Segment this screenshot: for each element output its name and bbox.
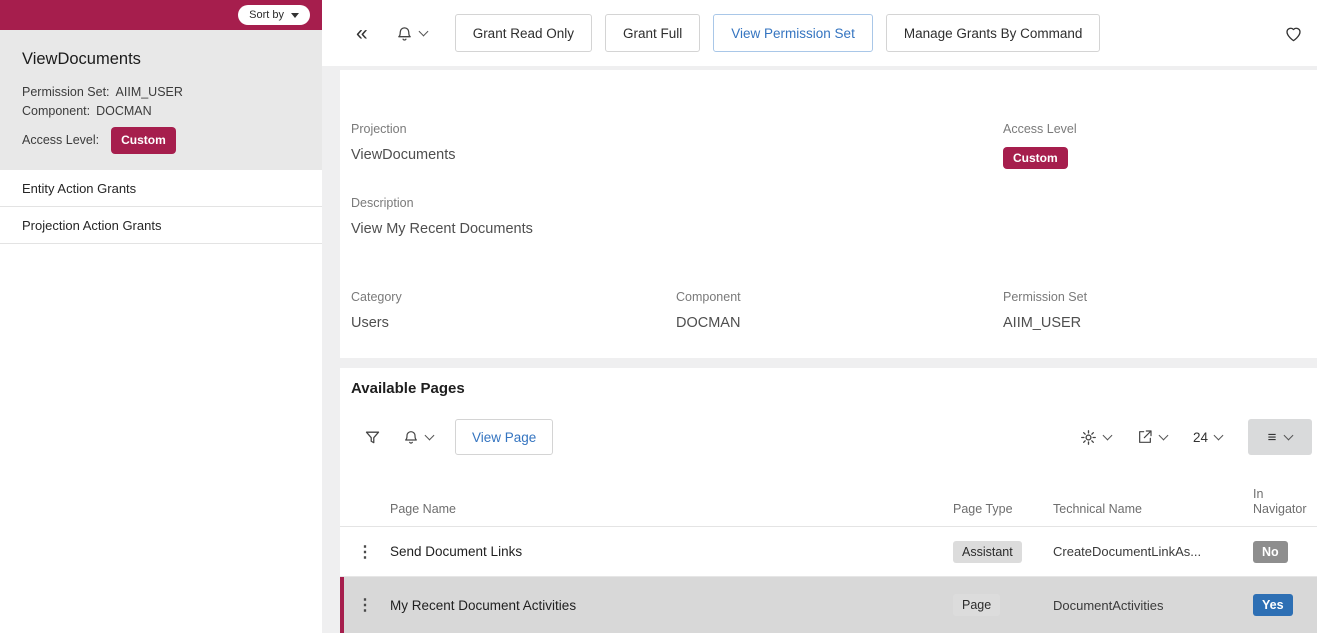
technical-name-cell: DocumentActivities xyxy=(1053,598,1253,613)
heart-icon xyxy=(1284,24,1303,43)
notifications-button[interactable] xyxy=(396,25,427,42)
category-value: Users xyxy=(351,315,402,331)
page-name-cell[interactable]: My Recent Document Activities xyxy=(390,598,953,613)
component-label: Component xyxy=(676,290,741,304)
projection-label: Projection xyxy=(351,122,456,136)
page-type-badge: Assistant xyxy=(953,541,1022,563)
sidebar-access-level: Access Level: Custom xyxy=(22,127,300,154)
description-field: Description View My Recent Documents xyxy=(351,196,533,237)
permission-set-value: AIIM_USER xyxy=(1003,315,1087,331)
component-value: DOCMAN xyxy=(96,104,152,118)
category-field: Category Users xyxy=(351,290,402,331)
page-size-value: 24 xyxy=(1193,430,1208,445)
chevron-down-icon xyxy=(1103,430,1113,440)
view-permission-set-button[interactable]: View Permission Set xyxy=(713,14,873,52)
table-row[interactable]: ⋮ Send Document Links Assistant CreateDo… xyxy=(340,527,1317,577)
column-header-page-type: Page Type xyxy=(953,502,1053,517)
component-value: DOCMAN xyxy=(676,315,741,331)
permission-set-label: Permission Set: xyxy=(22,85,110,99)
sidebar-item-entity-action-grants[interactable]: Entity Action Grants xyxy=(0,170,322,207)
component-field: Component DOCMAN xyxy=(676,290,741,331)
bell-icon xyxy=(396,25,413,42)
column-header-technical-name: Technical Name xyxy=(1053,502,1253,517)
list-view-icon: ≡ xyxy=(1268,430,1277,445)
available-pages-toolbar: View Page 24 ≡ xyxy=(364,412,1312,462)
access-level-label: Access Level: xyxy=(22,131,99,150)
description-label: Description xyxy=(351,196,533,210)
favorite-button[interactable] xyxy=(1284,24,1303,43)
technical-name-cell: CreateDocumentLinkAs... xyxy=(1053,544,1253,559)
permission-set-field: Permission Set AIIM_USER xyxy=(1003,290,1087,331)
page-type-badge: Page xyxy=(953,594,1000,616)
access-level-field: Access Level Custom xyxy=(1003,122,1077,169)
column-header-page-name: Page Name xyxy=(390,502,953,517)
chevron-down-icon xyxy=(425,430,435,440)
category-label: Category xyxy=(351,290,402,304)
projection-field: Projection ViewDocuments xyxy=(351,122,456,163)
sidebar-item-label: Entity Action Grants xyxy=(22,181,136,196)
sort-by-button[interactable]: Sort by xyxy=(238,5,310,25)
access-level-badge: Custom xyxy=(1003,147,1068,169)
in-navigator-badge: Yes xyxy=(1253,594,1293,616)
in-navigator-cell: Yes xyxy=(1253,594,1317,616)
view-page-button[interactable]: View Page xyxy=(455,419,553,455)
description-value: View My Recent Documents xyxy=(351,221,533,237)
table-notifications-button[interactable] xyxy=(403,429,433,445)
sort-by-label: Sort by xyxy=(249,9,284,21)
sidebar-component: Component: DOCMAN xyxy=(22,102,300,121)
page-name-cell[interactable]: Send Document Links xyxy=(390,544,953,559)
sidebar-topbar: Sort by xyxy=(0,0,322,30)
table-header-row: Page Name Page Type Technical Name In Na… xyxy=(340,476,1317,527)
sidebar-permission-set: Permission Set: AIIM_USER xyxy=(22,83,300,102)
chevron-down-icon xyxy=(1159,430,1169,440)
row-menu-kebab-icon[interactable]: ⋮ xyxy=(340,595,390,615)
table-settings-button[interactable] xyxy=(1080,429,1111,446)
sort-by-triangle-icon xyxy=(291,13,299,18)
manage-grants-by-command-button[interactable]: Manage Grants By Command xyxy=(886,14,1101,52)
details-card: Projection ViewDocuments Access Level Cu… xyxy=(340,70,1317,358)
collapse-sidebar-icon[interactable]: « xyxy=(356,23,368,44)
in-navigator-cell: No xyxy=(1253,541,1317,563)
available-pages-title: Available Pages xyxy=(351,380,465,397)
page-size-selector[interactable]: 24 xyxy=(1193,430,1222,445)
component-label: Component: xyxy=(22,104,90,118)
main-toolbar: « Grant Read Only Grant Full View Permis… xyxy=(322,0,1317,66)
share-export-button[interactable] xyxy=(1137,429,1167,445)
chevron-down-icon xyxy=(1284,430,1294,440)
sidebar: Sort by ViewDocuments Permission Set: AII… xyxy=(0,0,322,633)
column-header-in-navigator: In Navigator xyxy=(1253,487,1313,517)
grant-read-only-button[interactable]: Grant Read Only xyxy=(455,14,592,52)
chevron-down-icon xyxy=(418,26,428,36)
grant-full-button[interactable]: Grant Full xyxy=(605,14,700,52)
in-navigator-badge: No xyxy=(1253,541,1288,563)
table-settings-group: 24 ≡ xyxy=(1080,419,1312,455)
filter-icon xyxy=(364,429,381,446)
gear-icon xyxy=(1080,429,1097,446)
sidebar-title: ViewDocuments xyxy=(22,50,300,69)
projection-value: ViewDocuments xyxy=(351,147,456,163)
table-body: ⋮ Send Document Links Assistant CreateDo… xyxy=(340,527,1317,633)
row-menu-kebab-icon[interactable]: ⋮ xyxy=(340,542,390,562)
share-icon xyxy=(1137,429,1153,445)
available-pages-card: Available Pages View Page xyxy=(340,368,1317,633)
permission-set-label: Permission Set xyxy=(1003,290,1087,304)
permission-set-value: AIIM_USER xyxy=(116,85,183,99)
sidebar-item-label: Projection Action Grants xyxy=(22,218,161,233)
bell-icon xyxy=(403,429,419,445)
access-level-label: Access Level xyxy=(1003,122,1077,136)
view-mode-toggle[interactable]: ≡ xyxy=(1248,419,1312,455)
sidebar-summary-panel: ViewDocuments Permission Set: AIIM_USER C… xyxy=(0,30,322,170)
page-type-cell: Page xyxy=(953,594,1053,616)
page-type-cell: Assistant xyxy=(953,541,1053,563)
sidebar-item-projection-action-grants[interactable]: Projection Action Grants xyxy=(0,207,322,244)
chevron-down-icon xyxy=(1214,430,1224,440)
filter-button[interactable] xyxy=(364,429,381,446)
access-level-badge: Custom xyxy=(111,127,176,154)
table-row-selected[interactable]: ⋮ My Recent Document Activities Page Doc… xyxy=(340,577,1317,633)
